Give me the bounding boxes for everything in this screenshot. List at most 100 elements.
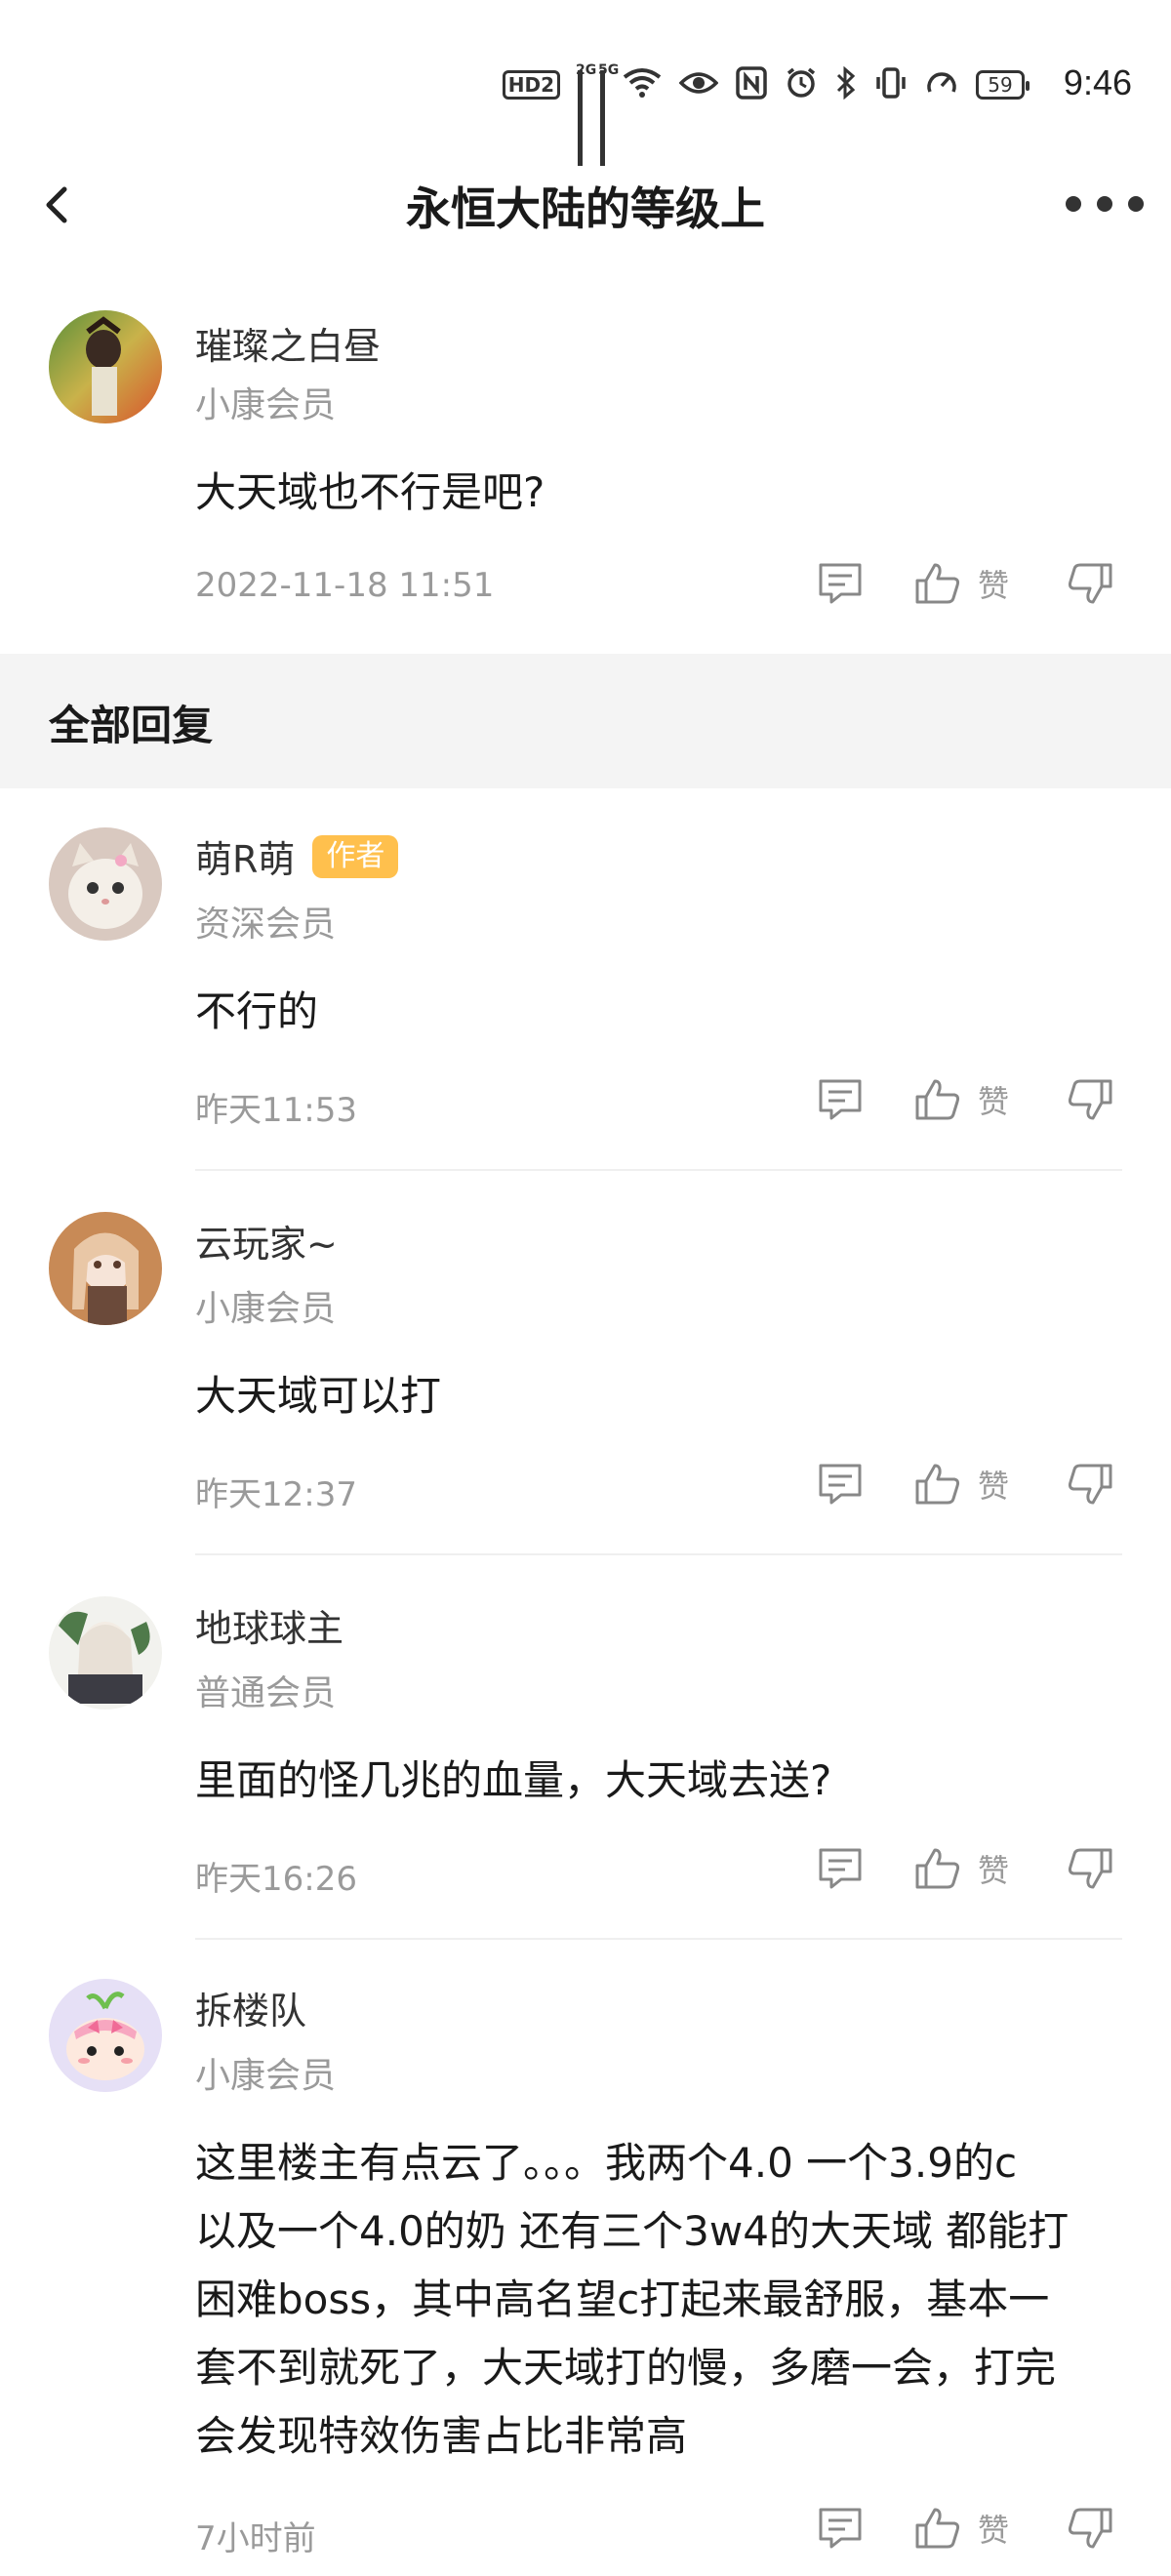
vibrate-icon — [874, 66, 908, 103]
divider — [195, 1169, 1122, 1171]
post-time: 2022-11-18 11:51 — [195, 566, 495, 605]
reply-time: 昨天11:53 — [195, 1091, 357, 1130]
more-dot-icon — [1128, 196, 1144, 212]
section-title: 全部回复 — [49, 702, 214, 749]
like-button[interactable]: 赞 — [913, 2506, 1009, 2551]
thumbs-up-icon — [915, 1464, 960, 1505]
reply-text: 大天域可以打 — [195, 1372, 442, 1420]
thumbs-down-icon — [1068, 1464, 1112, 1505]
like-label: 赞 — [977, 567, 1009, 604]
divider — [195, 1938, 1122, 1940]
avatar[interactable] — [49, 1212, 162, 1325]
more-options-button[interactable] — [1066, 189, 1144, 219]
reply-text: 里面的怪几兆的血量，大天域去送? — [195, 1756, 832, 1804]
comment-icon — [819, 1079, 862, 1120]
like-button[interactable]: 赞 — [913, 1077, 1009, 1122]
post-actions: 赞 — [816, 561, 1114, 606]
battery-icon: 59 — [976, 70, 1030, 100]
signal-2g-icon: 2G — [576, 62, 596, 166]
member-level: 小康会员 — [195, 2056, 337, 2096]
clock: 9:46 — [1063, 62, 1132, 102]
thumbs-down-icon — [1068, 563, 1112, 604]
dislike-button[interactable] — [1066, 2506, 1114, 2551]
eye-icon — [678, 69, 719, 101]
nfc-icon — [736, 66, 767, 103]
signal-5g-icon: 5G — [598, 62, 619, 166]
more-dot-icon — [1066, 196, 1081, 212]
reply-text-line: 会发现特效伤害占比非常高 — [195, 2412, 688, 2460]
reply-time: 昨天12:37 — [195, 1475, 357, 1514]
reply-actions: 赞 — [816, 1462, 1114, 1507]
like-button[interactable]: 赞 — [913, 1846, 1009, 1891]
username[interactable]: 地球球主 — [195, 1598, 343, 1652]
divider — [195, 1553, 1122, 1555]
avatar[interactable] — [49, 1979, 162, 2092]
username[interactable]: 萌R萌 — [195, 829, 295, 883]
battery-level: 59 — [988, 73, 1013, 97]
hd-icon: HD2 — [502, 70, 560, 100]
avatar[interactable] — [49, 827, 162, 941]
dislike-button[interactable] — [1066, 561, 1114, 606]
sim-label: 2 — [541, 73, 554, 97]
post-text: 大天域也不行是吧? — [195, 468, 545, 516]
avatar[interactable] — [49, 310, 162, 423]
thumbs-up-icon — [915, 2508, 960, 2549]
like-label: 赞 — [977, 1083, 1009, 1120]
like-button[interactable]: 赞 — [913, 1462, 1009, 1507]
thumbs-down-icon — [1068, 1848, 1112, 1889]
reply-button[interactable] — [816, 1462, 865, 1507]
member-level: 普通会员 — [195, 1673, 337, 1713]
avatar[interactable] — [49, 1596, 162, 1710]
dislike-button[interactable] — [1066, 1462, 1114, 1507]
reply-button[interactable] — [816, 1846, 865, 1891]
reply-text-line: 困难boss，其中高名望c打起来最舒服，基本一 — [195, 2275, 1050, 2323]
comment-icon — [819, 1464, 862, 1505]
like-label: 赞 — [977, 2512, 1009, 2549]
comment-icon — [819, 2508, 862, 2549]
wifi-icon — [623, 67, 662, 102]
bluetooth-icon — [835, 65, 857, 103]
reply-actions: 赞 — [816, 2506, 1114, 2551]
like-label: 赞 — [977, 1852, 1009, 1889]
member-level: 资深会员 — [195, 905, 337, 945]
hd-label: HD — [507, 73, 542, 97]
speed-icon — [925, 66, 958, 103]
reply-text-line: 这里楼主有点云了。。。我两个4.0 一个3.9的c — [195, 2139, 1018, 2187]
comment-icon — [819, 563, 862, 604]
page-title: 永恒大陆的等级上 — [406, 182, 765, 235]
reply-text-line: 套不到就死了，大天域打的慢，多磨一会，打完 — [195, 2344, 1057, 2392]
reply-text: 这里楼主有点云了。。。我两个4.0 一个3.9的c 以及一个4.0的奶 还有三个… — [195, 2129, 1122, 2471]
like-label: 赞 — [977, 1468, 1009, 1505]
status-bar: HD2 2G 5G 59 9:46 — [0, 0, 1171, 166]
signal1-label: 2G — [576, 62, 597, 78]
reply-button[interactable] — [816, 2506, 865, 2551]
reply-button[interactable] — [816, 1077, 865, 1122]
status-icons: HD2 2G 5G 59 — [502, 62, 1030, 166]
thumbs-down-icon — [1068, 2508, 1112, 2549]
username[interactable]: 璀璨之白昼 — [195, 316, 381, 370]
reply-time: 7小时前 — [195, 2519, 316, 2558]
username[interactable]: 拆楼队 — [195, 1981, 306, 2034]
like-button[interactable]: 赞 — [913, 561, 1009, 606]
dislike-button[interactable] — [1066, 1077, 1114, 1122]
signal2-label: 5G — [598, 62, 620, 78]
thumbs-up-icon — [915, 1079, 960, 1120]
reply-time: 昨天16:26 — [195, 1860, 357, 1899]
member-level: 小康会员 — [195, 1289, 337, 1329]
header: 永恒大陆的等级上 — [0, 166, 1171, 254]
section-header: 全部回复 — [0, 654, 1171, 788]
author-badge: 作者 — [312, 834, 399, 878]
reply-actions: 赞 — [816, 1077, 1114, 1122]
thumbs-up-icon — [915, 563, 960, 604]
reply-button[interactable] — [816, 561, 865, 606]
thumbs-down-icon — [1068, 1079, 1112, 1120]
reply-text-line: 以及一个4.0的奶 还有三个3w4的大天域 都能打 — [195, 2207, 1070, 2255]
reply-text: 不行的 — [195, 987, 319, 1035]
username[interactable]: 云玩家~ — [195, 1214, 338, 1268]
member-level: 小康会员 — [195, 385, 337, 425]
thumbs-up-icon — [915, 1848, 960, 1889]
more-dot-icon — [1097, 196, 1112, 212]
reply-actions: 赞 — [816, 1846, 1114, 1891]
comment-icon — [819, 1848, 862, 1889]
dislike-button[interactable] — [1066, 1846, 1114, 1891]
